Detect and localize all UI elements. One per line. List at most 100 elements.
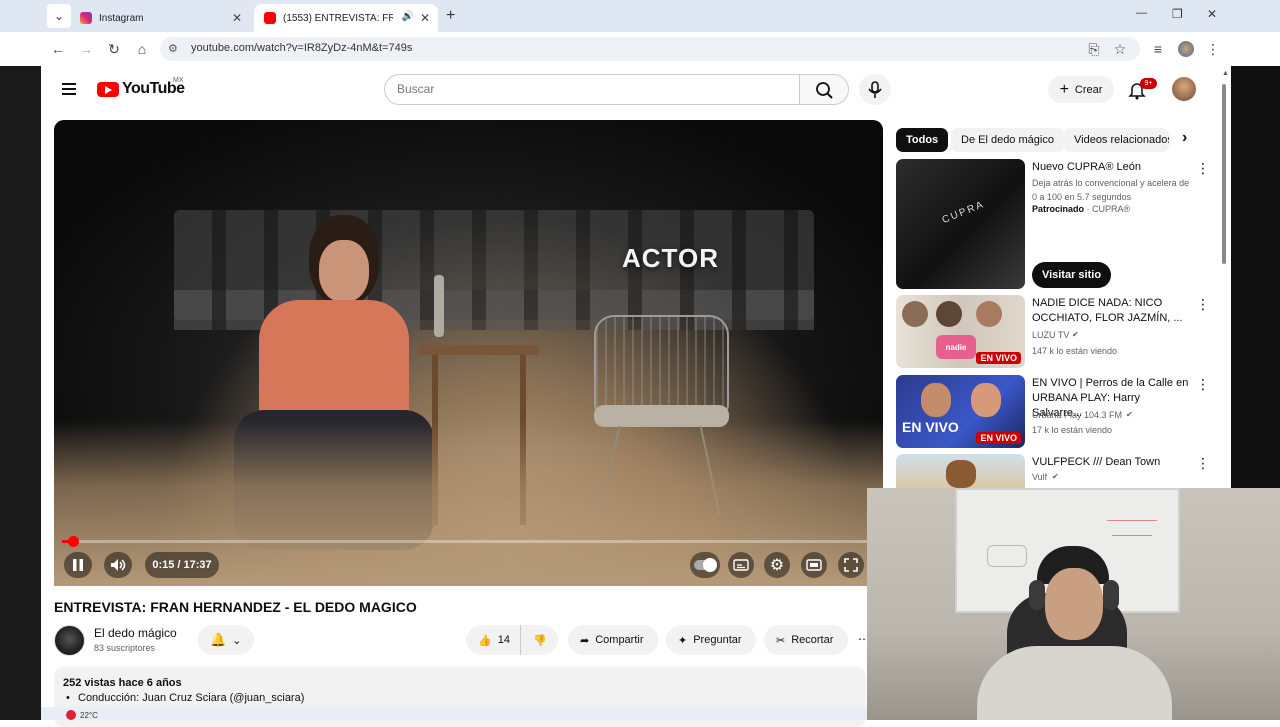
person-shirt [977,646,1172,720]
person-face [1045,568,1103,640]
ask-button[interactable]: ✦ Preguntar [666,625,756,655]
instagram-icon [80,12,92,24]
page-scrollbar[interactable]: ▲ [1219,70,1229,490]
side-table [419,345,539,355]
subtitles-button[interactable] [728,552,754,578]
video-progress-bar[interactable] [62,540,874,543]
video-title[interactable]: NADIE DICE NADA: NICO OCCHIATO, FLOR JAZ… [1032,296,1192,326]
close-tab-icon[interactable]: ✕ [232,11,242,25]
share-button[interactable]: ➦ Compartir [568,625,658,655]
voice-search-button[interactable] [859,74,891,105]
desktop-background [0,66,41,720]
verified-icon: ✔ [1126,410,1133,419]
volume-icon [111,559,126,571]
thumbs-up-icon: 👍 [478,634,492,647]
like-count: 14 [497,634,510,646]
search-placeholder: Buscar [397,82,435,96]
install-app-icon[interactable]: ⎘ [1084,39,1104,59]
new-tab-button[interactable]: + [446,7,455,25]
chip-channel[interactable]: De El dedo mágico [951,128,1064,152]
guide-menu-icon[interactable] [62,81,76,95]
visit-site-button[interactable]: Visitar sitio [1032,262,1111,288]
view-count-and-date: 252 vistas hace 6 años [63,677,182,689]
search-input[interactable] [384,74,800,105]
headphones [1029,580,1045,610]
youtube-favicon-icon [264,12,276,24]
bell-icon: 🔔 [210,632,227,647]
verified-icon: ✔ [1052,472,1059,481]
more-options-icon[interactable]: ⋮ [1196,455,1210,472]
clip-label: Recortar [791,634,834,646]
tab-title: Instagram [99,12,144,24]
ad-title[interactable]: Nuevo CUPRA® León [1032,160,1192,175]
bookmark-star-icon[interactable]: ☆ [1110,39,1130,59]
volume-button[interactable] [104,552,132,578]
more-options-icon[interactable]: ⋮ [1196,160,1210,177]
pause-button[interactable] [64,552,92,578]
region-code: MX [173,77,184,84]
forward-icon[interactable]: → [76,39,96,59]
more-options-icon[interactable]: ⋮ [1196,296,1210,313]
ask-label: Preguntar [693,634,742,646]
tab-title: (1553) ENTREVISTA: FRAN [283,12,393,24]
home-icon[interactable]: ⌂ [132,39,152,59]
tab-search-button[interactable]: ⌄ [47,4,71,28]
channel-name[interactable]: LUZU TV [1032,330,1069,340]
description-bullet: • [66,692,70,704]
settings-gear-icon[interactable]: ⚙ [764,552,790,578]
live-viewers: 147 k lo están viendo [1032,346,1118,356]
restore-button[interactable]: ❐ [1172,7,1183,21]
reload-icon[interactable]: ↻ [104,39,124,59]
channel-avatar[interactable] [54,625,85,656]
theater-mode-icon [806,559,822,571]
tab-youtube-active[interactable]: (1553) ENTREVISTA: FRAN 🔊 ✕ [254,4,438,32]
like-button[interactable]: 👍 14 [466,625,520,655]
video-thumbnail[interactable]: nadie EN VIVO [896,295,1025,368]
video-overlay-caption: ACTOR [622,243,719,273]
search-button[interactable] [799,74,849,105]
subscriber-count: 83 suscriptores [94,643,156,653]
plus-icon: + [1059,80,1069,98]
media-controls-icon[interactable]: ≡ [1148,39,1168,59]
close-tab-icon[interactable]: ✕ [420,11,430,25]
fullscreen-button[interactable] [838,552,864,578]
dislike-button[interactable]: 👎 [520,625,558,655]
youtube-play-icon [105,86,112,94]
clip-button[interactable]: ✂ Recortar [764,625,848,655]
windows-taskbar [41,707,867,720]
sponsored-label: Patrocinado [1032,204,1085,214]
chevron-right-icon[interactable]: › [1182,129,1187,147]
video-thumbnail[interactable] [896,454,1025,488]
fullscreen-icon [844,558,858,572]
tab-instagram[interactable]: Instagram ✕ [70,4,250,32]
speaker-icon[interactable]: 🔊 [402,11,414,22]
site-info-icon[interactable]: ⚙ [168,42,178,55]
chip-todos[interactable]: Todos [896,128,949,152]
create-label: Crear [1074,83,1103,96]
headphones [1103,580,1119,610]
video-title[interactable]: VULFPECK /// Dean Town [1032,455,1192,470]
autoplay-toggle[interactable] [690,552,720,578]
ad-thumbnail[interactable]: CUPRA [896,159,1025,289]
account-avatar[interactable] [1172,77,1196,101]
live-badge: EN VIVO [976,352,1021,364]
profile-avatar-icon[interactable] [1178,41,1194,57]
theater-mode-button[interactable] [801,552,827,578]
desktop-background [1231,66,1280,488]
channel-name[interactable]: Vulf [1032,472,1047,482]
more-options-icon[interactable]: ⋮ [1196,376,1210,393]
channel-name[interactable]: El dedo mágico [94,626,177,640]
create-button[interactable]: + Crear [1048,76,1114,103]
url-text[interactable]: youtube.com/watch?v=IR8ZyDz-4nM&t=749s [191,42,412,54]
thumbs-down-icon: 👎 [533,634,547,647]
ad-sponsor-line: Patrocinado · CUPRA® [1032,204,1130,214]
close-window-button[interactable]: ✕ [1207,7,1217,21]
subscription-bell-button[interactable]: 🔔 ⌄ [198,625,254,655]
chip-related[interactable]: Videos relacionados [1064,128,1169,152]
minimize-button[interactable]: — [1136,7,1147,19]
thermos [434,275,444,337]
browser-menu-icon[interactable]: ⋮ [1203,39,1223,59]
video-thumbnail[interactable]: EN VIVO EN VIVO [896,375,1025,448]
channel-name[interactable]: Urbana Play 104.3 FM [1032,410,1122,420]
back-icon[interactable]: ← [48,39,68,59]
